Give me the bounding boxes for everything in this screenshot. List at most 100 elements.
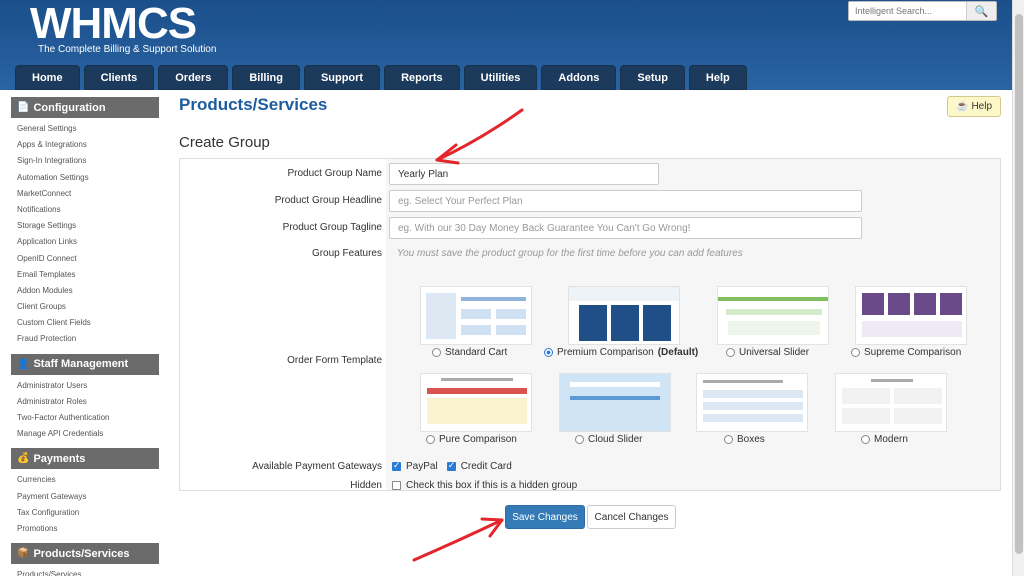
radio-supreme-comparison[interactable]: [851, 348, 860, 357]
search-input[interactable]: [849, 2, 966, 20]
sidebar-header-staff: 👤 Staff Management: [11, 353, 159, 375]
radio-universal-slider[interactable]: [726, 348, 735, 357]
sidebar-item[interactable]: Two-Factor Authentication: [17, 410, 159, 426]
sidebar-item[interactable]: Email Templates: [17, 267, 159, 283]
sidebar-header-label: Configuration: [33, 101, 106, 114]
payments-icon: 💰: [17, 453, 30, 465]
arrow-to-save-button: [412, 517, 504, 562]
template-option-standard-cart[interactable]: Standard Cart: [432, 347, 507, 358]
template-name: Pure Comparison: [439, 434, 517, 445]
template-name: Universal Slider: [739, 347, 810, 358]
sidebar-header-configuration: 📄 Configuration: [11, 97, 159, 118]
template-thumb-universal-slider[interactable]: [717, 286, 829, 345]
nav-tab-support[interactable]: Support: [303, 65, 381, 90]
box-icon: 📦: [17, 548, 30, 560]
sidebar-item[interactable]: Administrator Roles: [17, 394, 159, 410]
template-name: Premium Comparison: [557, 347, 654, 358]
radio-standard-cart[interactable]: [432, 348, 441, 357]
sidebar-list-staff: Administrator Users Administrator Roles …: [11, 375, 159, 449]
template-name: Cloud Slider: [588, 434, 643, 445]
sidebar-item[interactable]: Payment Gateways: [17, 489, 159, 505]
radio-cloud-slider[interactable]: [575, 435, 584, 444]
section-title: Create Group: [179, 134, 270, 151]
template-default-badge: (Default): [657, 347, 699, 358]
order-form-template-label: Order Form Template: [287, 355, 382, 366]
radio-boxes[interactable]: [724, 435, 733, 444]
logo-tagline: The Complete Billing & Support Solution: [38, 44, 217, 55]
template-thumb-modern[interactable]: [835, 373, 947, 432]
create-group-form: Product Group Name Yearly Plan Product G…: [179, 158, 1001, 491]
sidebar-item[interactable]: MarketConnect: [17, 186, 159, 202]
payment-gateways-options: PayPal Credit Card: [392, 460, 512, 472]
sidebar-item[interactable]: Products/Services: [17, 567, 159, 576]
sidebar-header-products: 📦 Products/Services: [11, 543, 159, 565]
sidebar-item[interactable]: Currencies: [17, 472, 159, 488]
whmcs-logo[interactable]: WHMCS The Complete Billing & Support Sol…: [30, 0, 217, 56]
nav-tab-orders[interactable]: Orders: [158, 65, 229, 90]
group-name-input[interactable]: Yearly Plan: [389, 163, 659, 185]
sidebar-item[interactable]: Apps & Integrations: [17, 137, 159, 153]
template-option-pure-comparison[interactable]: Pure Comparison: [426, 434, 517, 445]
template-option-modern[interactable]: Modern: [861, 434, 908, 445]
scrollbar-thumb[interactable]: [1015, 14, 1023, 554]
sidebar-item[interactable]: Promotions: [17, 521, 159, 537]
group-headline-input[interactable]: eg. Select Your Perfect Plan: [389, 190, 862, 212]
sidebar-header-label: Products/Services: [33, 547, 130, 560]
arrow-to-group-name: [435, 108, 524, 165]
label-column: [180, 159, 386, 490]
sidebar-item[interactable]: Sign-In Integrations: [17, 153, 159, 169]
sidebar-item[interactable]: Custom Client Fields: [17, 315, 159, 331]
template-thumb-premium-comparison[interactable]: [568, 286, 680, 345]
radio-pure-comparison[interactable]: [426, 435, 435, 444]
template-thumb-standard-cart[interactable]: [420, 286, 532, 345]
nav-tab-help[interactable]: Help: [688, 65, 747, 90]
credit-card-checkbox[interactable]: [446, 460, 456, 471]
sidebar-item[interactable]: Fraud Protection: [17, 331, 159, 347]
template-thumb-boxes[interactable]: [696, 373, 808, 432]
group-tagline-input[interactable]: eg. With our 30 Day Money Back Guarantee…: [389, 217, 862, 239]
save-changes-button[interactable]: Save Changes: [505, 505, 585, 529]
sidebar-header-label: Payments: [33, 452, 86, 465]
template-name: Supreme Comparison: [864, 347, 962, 358]
sidebar-item[interactable]: Storage Settings: [17, 218, 159, 234]
sidebar-item[interactable]: OpenID Connect: [17, 251, 159, 267]
credit-card-label: Credit Card: [460, 461, 512, 472]
logo-text: WHMCS: [30, 0, 197, 48]
sidebar-item[interactable]: Application Links: [17, 234, 159, 250]
sidebar-item[interactable]: Automation Settings: [17, 170, 159, 186]
sidebar-item[interactable]: Tax Configuration: [17, 505, 159, 521]
nav-tab-billing[interactable]: Billing: [232, 65, 300, 90]
group-features-label: Group Features: [311, 248, 382, 259]
radio-modern[interactable]: [861, 435, 870, 444]
cancel-changes-button[interactable]: Cancel Changes: [587, 505, 676, 529]
template-option-premium-comparison[interactable]: Premium Comparison (Default): [544, 347, 698, 358]
sidebar-item[interactable]: Client Groups: [17, 299, 159, 315]
search-button[interactable]: 🔍: [966, 2, 996, 20]
nav-tab-setup[interactable]: Setup: [620, 65, 685, 90]
nav-tab-utilities[interactable]: Utilities: [463, 65, 538, 90]
template-option-universal-slider[interactable]: Universal Slider: [726, 347, 809, 358]
hidden-text: Check this box if this is a hidden group: [406, 480, 578, 491]
template-thumb-cloud-slider[interactable]: [559, 373, 671, 432]
sidebar-item[interactable]: Manage API Credentials: [17, 426, 159, 442]
nav-tab-reports[interactable]: Reports: [384, 65, 460, 90]
template-name: Standard Cart: [445, 347, 508, 358]
sidebar-item[interactable]: General Settings: [17, 121, 159, 137]
nav-tab-addons[interactable]: Addons: [541, 65, 617, 90]
sidebar-item[interactable]: Notifications: [17, 202, 159, 218]
help-button[interactable]: ☕ Help: [947, 96, 1001, 117]
template-thumb-pure-comparison[interactable]: [420, 373, 532, 432]
template-option-cloud-slider[interactable]: Cloud Slider: [575, 434, 642, 445]
hidden-checkbox[interactable]: [392, 481, 401, 490]
template-option-boxes[interactable]: Boxes: [724, 434, 765, 445]
sidebar-item[interactable]: Addon Modules: [17, 283, 159, 299]
template-option-supreme-comparison[interactable]: Supreme Comparison: [851, 347, 961, 358]
paypal-checkbox[interactable]: [392, 460, 401, 471]
nav-tab-clients[interactable]: Clients: [83, 65, 155, 90]
radio-premium-comparison[interactable]: [544, 348, 553, 357]
nav-tab-home[interactable]: Home: [15, 65, 80, 90]
sidebar-item[interactable]: Administrator Users: [17, 378, 159, 394]
page-scrollbar[interactable]: [1012, 0, 1024, 576]
sidebar-header-payments: 💰 Payments: [11, 448, 159, 470]
template-thumb-supreme-comparison[interactable]: [855, 286, 967, 345]
